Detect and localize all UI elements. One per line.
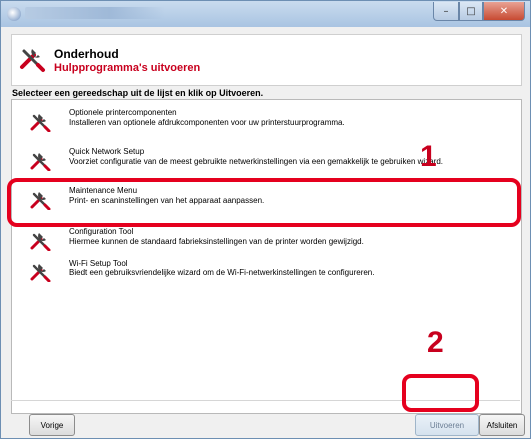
title-bar: – □ ✕ [1,1,530,27]
run-button[interactable]: Uitvoeren [415,414,479,436]
tools-icon [30,192,51,210]
window-title [25,7,165,19]
window-controls: – □ ✕ [433,2,525,21]
tool-description: Installeren van optionele afdrukcomponen… [69,118,345,127]
list-item[interactable]: Maintenance Menu Print- en scaninstellin… [12,180,521,218]
list-item[interactable]: Wi-Fi Setup Tool Biedt een gebruiksvrien… [12,258,521,296]
step2-callout: 2 [427,326,444,359]
tools-icon [30,233,51,251]
back-button[interactable]: Vorige [29,414,75,436]
list-item[interactable]: Quick Network Setup Voorziet configurati… [12,141,521,179]
header-title: Onderhoud [54,47,119,61]
minimize-button[interactable]: – [433,2,459,21]
tools-icon [30,153,51,171]
tool-title: Optionele printercomponenten [69,108,177,117]
tools-icon [30,114,51,132]
footer-divider [11,400,520,401]
tool-title: Quick Network Setup [69,147,145,156]
maximize-button[interactable]: □ [459,2,483,21]
tool-title: Maintenance Menu [69,186,138,195]
tool-title: Wi-Fi Setup Tool [69,259,128,268]
tools-icon [20,49,45,72]
step1-callout: 1 [420,140,437,173]
tools-icon [30,264,51,282]
tool-title: Configuration Tool [69,227,134,236]
list-item[interactable]: Optionele printercomponenten Installeren… [12,102,521,140]
header-panel: Onderhoud Hulpprogramma's uitvoeren [11,34,522,86]
list-item-configuration-tool[interactable]: Configuration Tool Hiermee kunnen de sta… [12,221,521,259]
tool-description: Voorziet configuratie van de meest gebru… [69,157,443,166]
tool-description: Hiermee kunnen de standaard fabrieksinst… [69,237,364,246]
exit-button[interactable]: Afsluiten [479,414,525,436]
dialog-content: Onderhoud Hulpprogramma's uitvoeren Sele… [6,29,525,436]
instruction-text: Selecteer een gereedschap uit de lijst e… [12,88,264,98]
application-window: – □ ✕ Onderhoud Hulpprogramma's uitvoere… [0,0,531,439]
header-subtitle: Hulpprogramma's uitvoeren [54,62,201,74]
close-window-button[interactable]: ✕ [483,2,525,21]
tool-description: Biedt een gebruiksvriendelijke wizard om… [69,268,375,277]
tool-description: Print- en scaninstellingen van het appar… [69,196,265,205]
tool-list: Optionele printercomponenten Installeren… [11,99,522,414]
app-icon [7,7,21,21]
